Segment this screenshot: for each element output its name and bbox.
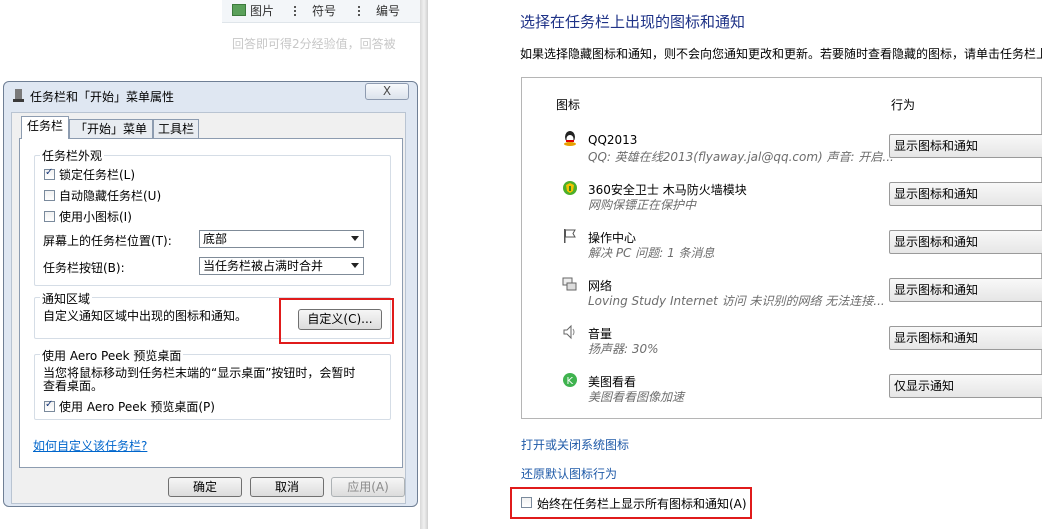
row-sub-meitu: 美图看看图像加速 xyxy=(588,390,685,404)
flag-icon xyxy=(562,228,578,244)
behavior-select-volume[interactable]: 显示图标和通知 xyxy=(889,326,1042,350)
system-icons-link[interactable]: 打开或关闭系统图标 xyxy=(521,436,629,453)
apply-button[interactable]: 应用(A) xyxy=(331,477,405,497)
editor-toolbar: 图片 符号 编号 xyxy=(222,0,420,23)
panel-description: 如果选择隐藏图标和通知，则不会向您通知更改和更新。若要随时查看隐藏的图标，请单击… xyxy=(520,47,1042,61)
behavior-select-network[interactable]: 显示图标和通知 xyxy=(889,278,1042,302)
panel-title: 选择在任务栏上出现的图标和通知 xyxy=(520,13,746,31)
group-title-notification: 通知区域 xyxy=(40,290,93,307)
behavior-select-360[interactable]: 显示图标和通知 xyxy=(889,182,1042,206)
behavior-select-qq[interactable]: 显示图标和通知 xyxy=(889,134,1042,158)
picture-icon xyxy=(232,4,246,16)
autohide-checkbox[interactable] xyxy=(44,190,55,201)
buttons-select[interactable]: 当任务栏被占满时合并 xyxy=(199,257,364,275)
behavior-select-action-center[interactable]: 显示图标和通知 xyxy=(889,230,1042,254)
restore-default-link[interactable]: 还原默认图标行为 xyxy=(521,465,617,482)
aero-peek-label: 使用 Aero Peek 预览桌面(P) xyxy=(59,400,215,414)
close-icon: X xyxy=(382,84,392,98)
row-sub-360: 网购保镖正在保护中 xyxy=(588,198,697,212)
svg-text:K: K xyxy=(567,376,574,387)
small-icons-checkbox[interactable] xyxy=(44,211,55,222)
numbered-list-icon xyxy=(358,6,372,16)
360-shield-icon xyxy=(562,180,578,196)
dialog-title: 任务栏和「开始」菜单属性 xyxy=(30,90,175,104)
help-link[interactable]: 如何自定义该任务栏? xyxy=(33,437,147,454)
row-sub-action-center: 解决 PC 问题: 1 条消息 xyxy=(588,246,715,260)
position-label: 屏幕上的任务栏位置(T): xyxy=(43,234,172,248)
network-icon xyxy=(562,276,578,292)
buttons-label: 任务栏按钮(B): xyxy=(43,261,125,275)
row-name-qq: QQ2013 xyxy=(588,133,638,147)
column-header-behavior: 行为 xyxy=(891,98,916,112)
lock-taskbar-checkbox[interactable] xyxy=(44,167,55,180)
autohide-label: 自动隐藏任务栏(U) xyxy=(59,189,162,203)
row-sub-volume: 扬声器: 30% xyxy=(588,342,659,356)
dialog-title-icon xyxy=(13,89,24,102)
aero-peek-desc-line2: 查看桌面。 xyxy=(43,379,104,393)
tab-toolbars[interactable]: 工具栏 xyxy=(153,119,199,138)
cancel-button[interactable]: 取消 xyxy=(250,477,324,497)
position-select[interactable]: 底部 xyxy=(199,230,364,248)
group-title-appearance: 任务栏外观 xyxy=(40,147,105,164)
list-icon xyxy=(294,6,308,16)
always-show-checkbox[interactable] xyxy=(521,497,532,508)
window-divider xyxy=(420,0,428,529)
ok-button[interactable]: 确定 xyxy=(168,477,242,497)
tab-start-menu[interactable]: 「开始」菜单 xyxy=(69,119,153,138)
speaker-icon xyxy=(562,324,578,340)
qq-icon xyxy=(562,130,578,146)
row-sub-network: Loving Study Internet 访问 未识别的网络 无法连接... xyxy=(588,294,885,308)
toolbar-symbol-button[interactable]: 符号 xyxy=(294,2,336,19)
always-show-label: 始终在任务栏上显示所有图标和通知(A) xyxy=(537,497,747,511)
aero-peek-checkbox[interactable] xyxy=(44,399,55,412)
close-button[interactable]: X xyxy=(365,83,409,100)
lock-taskbar-label: 锁定任务栏(L) xyxy=(59,168,136,182)
highlight-box-customize xyxy=(279,298,394,344)
column-header-icon: 图标 xyxy=(556,98,581,112)
chevron-down-icon xyxy=(351,236,359,241)
answer-hint-text: 回答即可得2分经验值，回答被 xyxy=(232,37,396,51)
small-icons-label: 使用小图标(I) xyxy=(59,210,132,224)
toolbar-picture-button[interactable]: 图片 xyxy=(232,2,274,19)
chevron-down-icon xyxy=(351,263,359,268)
group-title-aero-peek: 使用 Aero Peek 预览桌面 xyxy=(40,347,184,364)
row-sub-qq: QQ: 英雄在线2013(flyaway.jal@qq.com) 声音: 开启.… xyxy=(588,150,894,164)
tab-taskbar[interactable]: 任务栏 xyxy=(21,116,69,139)
toolbar-number-button[interactable]: 编号 xyxy=(358,2,400,19)
behavior-select-meitu[interactable]: 仅显示通知 xyxy=(889,374,1042,398)
notification-description: 自定义通知区域中出现的图标和通知。 xyxy=(43,309,248,323)
meitu-icon: K xyxy=(562,372,578,388)
